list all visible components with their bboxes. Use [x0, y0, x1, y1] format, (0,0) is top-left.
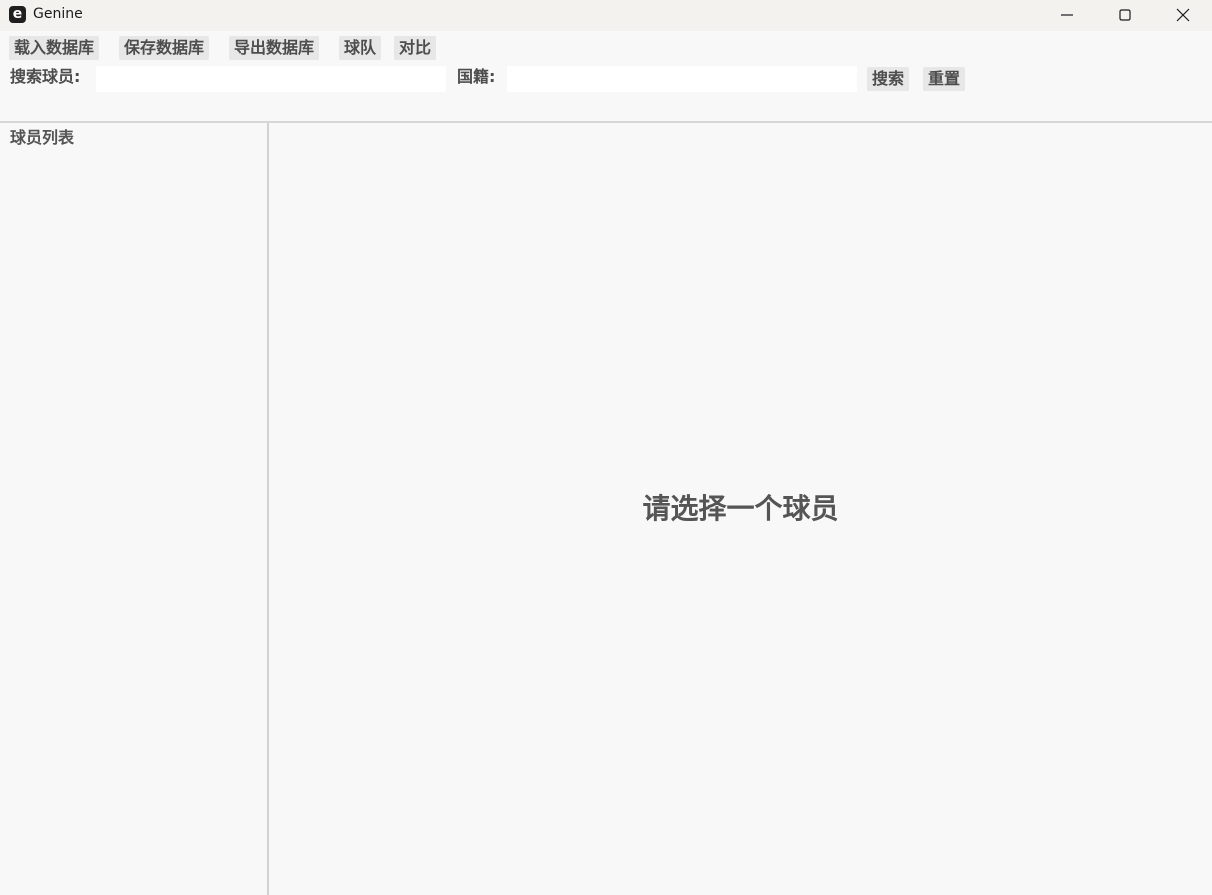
- toolbar: 载入数据库 保存数据库 导出数据库 球队 对比 搜索球员: 国籍: 搜索 重置: [0, 31, 1212, 121]
- load-database-button[interactable]: 载入数据库: [9, 36, 100, 60]
- player-list-title: 球员列表: [10, 128, 75, 147]
- minimize-button[interactable]: [1038, 0, 1096, 31]
- maximize-button[interactable]: [1096, 0, 1154, 31]
- compare-button[interactable]: 对比: [394, 36, 437, 60]
- nationality-input[interactable]: [507, 66, 857, 92]
- reset-button[interactable]: 重置: [923, 67, 966, 91]
- close-button[interactable]: [1154, 0, 1212, 31]
- minimize-icon: [1061, 14, 1073, 16]
- maximize-icon: [1119, 9, 1131, 21]
- player-search-input[interactable]: [96, 66, 446, 92]
- empty-state-message: 请选择一个球员: [642, 492, 839, 525]
- export-database-button[interactable]: 导出数据库: [229, 36, 320, 60]
- player-detail-panel: 请选择一个球员: [269, 123, 1212, 895]
- window-title: Genine: [33, 6, 83, 22]
- app-window: e Genine 载入数据库 保存数据库 导出数据库 球队 对比 搜索球员: 国…: [0, 0, 1212, 895]
- nationality-label: 国籍:: [457, 67, 496, 86]
- close-icon: [1176, 8, 1190, 22]
- player-search-label: 搜索球员:: [10, 67, 81, 86]
- title-bar[interactable]: e Genine: [0, 0, 1212, 31]
- player-list-panel[interactable]: 球员列表: [0, 123, 267, 895]
- save-database-button[interactable]: 保存数据库: [119, 36, 210, 60]
- app-icon: e: [9, 6, 26, 23]
- search-button[interactable]: 搜索: [867, 67, 910, 91]
- teams-button[interactable]: 球队: [339, 36, 382, 60]
